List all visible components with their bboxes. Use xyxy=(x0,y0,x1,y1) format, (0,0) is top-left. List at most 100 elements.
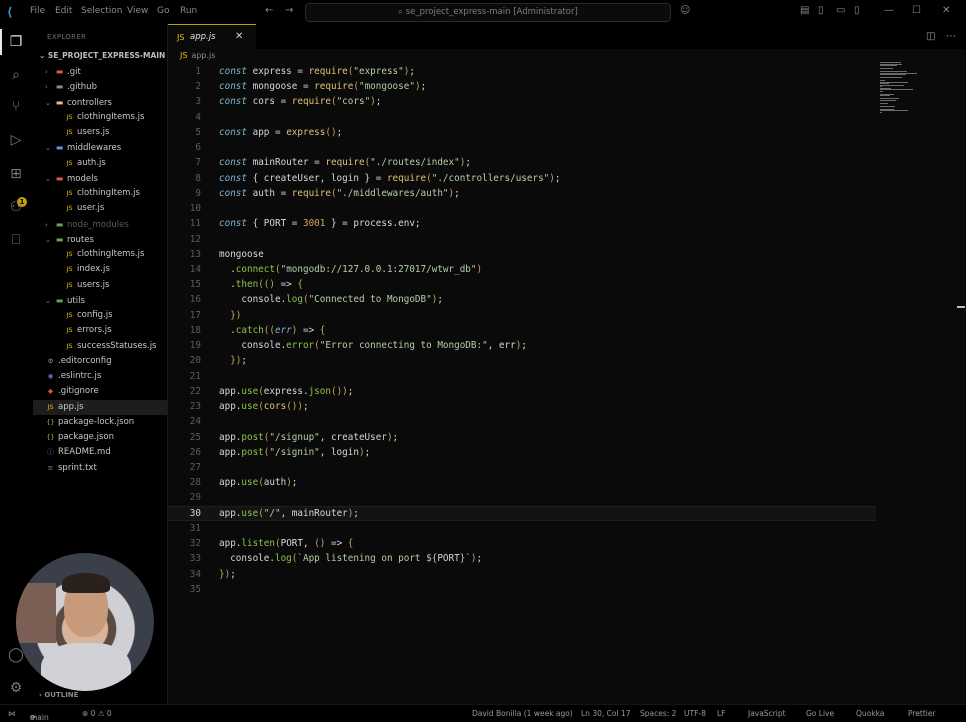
code-line[interactable]: 30 app.use("/", mainRouter); xyxy=(168,505,876,521)
remote-explorer-icon[interactable]: ⚇ xyxy=(7,198,25,216)
tab-app-js[interactable]: JS app.js ✕ xyxy=(168,24,256,50)
forward-arrow-icon[interactable]: → xyxy=(285,5,293,16)
code-line[interactable]: 21 xyxy=(168,369,966,384)
code-line[interactable]: 13 mongoose xyxy=(168,247,966,262)
menu-run[interactable]: Run xyxy=(180,6,197,16)
code-line[interactable]: 24 xyxy=(168,414,966,429)
prettier-button[interactable]: Prettier xyxy=(908,709,936,718)
copilot-icon[interactable]: ☺ xyxy=(680,5,690,16)
tree-file[interactable]: ≡ sprint.txt xyxy=(45,461,97,476)
code-line[interactable]: 9 const auth = require("./middlewares/aut… xyxy=(168,186,966,201)
more-actions-icon[interactable]: ⋯ xyxy=(946,31,956,42)
code-line[interactable]: 8 const { createUser, login } = require("… xyxy=(168,171,966,186)
code-line[interactable]: 3 const cors = require("cors"); xyxy=(168,94,966,109)
search-icon[interactable]: ⌕ xyxy=(7,66,25,84)
code-line[interactable]: 28 app.use(auth); xyxy=(168,475,966,490)
code-line[interactable]: 17 }) xyxy=(168,308,966,323)
code-line[interactable]: 32 app.listen(PORT, () => { xyxy=(168,536,966,551)
split-editor-icon[interactable]: ◫ xyxy=(926,31,935,42)
code-line[interactable]: 16 console.log("Connected to MongoDB"); xyxy=(168,292,966,307)
explorer-icon[interactable]: ❐ xyxy=(0,29,25,55)
tree-file[interactable]: JS config.js xyxy=(64,308,112,323)
tree-file[interactable]: JS app.js xyxy=(33,399,178,415)
code-line[interactable]: 12 xyxy=(168,232,966,247)
go-live-button[interactable]: Go Live xyxy=(806,709,834,718)
layout-icon[interactable]: ▤ xyxy=(800,5,809,16)
code-line[interactable]: 7 const mainRouter = require("./routes/in… xyxy=(168,155,966,170)
tree-file[interactable]: JS successStatuses.js xyxy=(64,339,156,354)
quokka-button[interactable]: Quokka xyxy=(856,709,884,718)
language-mode[interactable]: JavaScript xyxy=(748,709,786,718)
problems-indicator[interactable]: ⊗ 0 ⚠ 0 xyxy=(82,709,112,718)
code-line[interactable]: 18 .catch((err) => { xyxy=(168,323,966,338)
code-line[interactable]: 19 console.error("Error connecting to Mo… xyxy=(168,338,966,353)
tree-folder[interactable]: ⌄ ▬ utils xyxy=(45,293,85,308)
tree-file[interactable]: ⚙ .editorconfig xyxy=(45,354,112,369)
extensions-icon[interactable]: ⊞ xyxy=(7,165,25,183)
tree-file[interactable]: JS clothingItems.js xyxy=(64,247,144,262)
menu-edit[interactable]: Edit xyxy=(55,6,72,16)
code-line[interactable]: 35 xyxy=(168,582,966,597)
code-line[interactable]: 4 xyxy=(168,110,966,125)
breadcrumb[interactable]: JS app.js xyxy=(180,51,215,60)
code-line[interactable]: 33 console.log(`App listening on port ${… xyxy=(168,551,966,566)
minimize-icon[interactable]: — xyxy=(884,5,894,16)
minimap[interactable] xyxy=(880,62,922,113)
close-window-icon[interactable]: ✕ xyxy=(942,5,950,16)
source-control-icon[interactable]: ⑂ xyxy=(7,98,25,116)
bookmarks-icon[interactable]: ⎕ xyxy=(7,231,25,249)
code-line[interactable]: 1 const express = require("express"); xyxy=(168,64,966,79)
code-line[interactable]: 6 xyxy=(168,140,966,155)
code-line[interactable]: 34}); xyxy=(168,567,966,582)
code-line[interactable]: 29 xyxy=(168,490,966,505)
code-line[interactable]: 11 const { PORT = 3001 } = process.env; xyxy=(168,216,966,231)
tree-file[interactable]: JS clothingItems.js xyxy=(64,110,144,125)
maximize-icon[interactable]: ☐ xyxy=(912,5,921,16)
tree-folder[interactable]: › ▬ .github xyxy=(45,79,97,94)
code-line[interactable]: 15 .then(() => { xyxy=(168,277,966,292)
remote-icon[interactable]: ⋈ xyxy=(8,709,16,718)
workspace-root[interactable]: ⌄ SE_PROJECT_EXPRESS-MAIN xyxy=(39,51,165,60)
code-line[interactable]: 27 xyxy=(168,460,966,475)
code-line[interactable]: 25 app.post("/signup", createUser); xyxy=(168,430,966,445)
encoding[interactable]: UTF-8 xyxy=(684,709,706,718)
tree-file[interactable]: JS errors.js xyxy=(64,323,111,338)
toggle-sidebar-icon[interactable]: ▯ xyxy=(818,5,824,16)
code-line[interactable]: 22 app.use(express.json()); xyxy=(168,384,966,399)
code-line[interactable]: 2 const mongoose = require("mongoose"); xyxy=(168,79,966,94)
tree-file[interactable]: JS users.js xyxy=(64,278,109,293)
code-line[interactable]: 10 xyxy=(168,201,966,216)
tree-file[interactable]: {} package-lock.json xyxy=(45,415,134,430)
tree-file[interactable]: ◉ .eslintrc.js xyxy=(45,369,102,384)
code-line[interactable]: 14 .connect("mongodb://127.0.0.1:27017/w… xyxy=(168,262,966,277)
command-center[interactable]: ⌕ se_project_express-main [Administrator… xyxy=(305,3,671,22)
menu-selection[interactable]: Selection xyxy=(81,6,122,16)
tree-file[interactable]: ◆ .gitignore xyxy=(45,384,99,399)
git-blame[interactable]: David Bonilla (1 week ago) xyxy=(472,709,573,718)
code-line[interactable]: 31 xyxy=(168,521,966,536)
tree-file[interactable]: JS index.js xyxy=(64,262,109,277)
settings-gear-icon[interactable]: ⚙ xyxy=(7,679,25,697)
close-tab-icon[interactable]: ✕ xyxy=(235,31,243,42)
cursor-position[interactable]: Ln 30, Col 17 xyxy=(581,709,630,718)
menu-view[interactable]: View xyxy=(127,6,148,16)
menu-file[interactable]: File xyxy=(30,6,45,16)
tree-folder[interactable]: ⌄ ▬ routes xyxy=(45,232,94,247)
tree-folder[interactable]: › ▬ node_modules xyxy=(45,217,129,232)
code-line[interactable]: 20 }); xyxy=(168,353,966,368)
menu-go[interactable]: Go xyxy=(157,6,169,16)
code-line[interactable]: 23 app.use(cors()); xyxy=(168,399,966,414)
toggle-secondary-sidebar-icon[interactable]: ▯ xyxy=(854,5,860,16)
toggle-panel-icon[interactable]: ▭ xyxy=(836,5,845,16)
tree-folder[interactable]: ⌄ ▬ models xyxy=(45,171,98,186)
tree-file[interactable]: JS clothingItem.js xyxy=(64,186,139,201)
tree-file[interactable]: JS auth.js xyxy=(64,156,105,171)
outline-section[interactable]: › OUTLINE xyxy=(39,691,78,699)
tree-file[interactable]: JS user.js xyxy=(64,201,104,216)
tree-folder[interactable]: › ▬ .git xyxy=(45,64,81,79)
tree-folder[interactable]: ⌄ ▬ middlewares xyxy=(45,140,121,155)
indentation[interactable]: Spaces: 2 xyxy=(640,709,676,718)
run-debug-icon[interactable]: ▷ xyxy=(7,131,25,149)
tree-file[interactable]: {} package.json xyxy=(45,430,114,445)
back-arrow-icon[interactable]: ← xyxy=(265,5,273,16)
